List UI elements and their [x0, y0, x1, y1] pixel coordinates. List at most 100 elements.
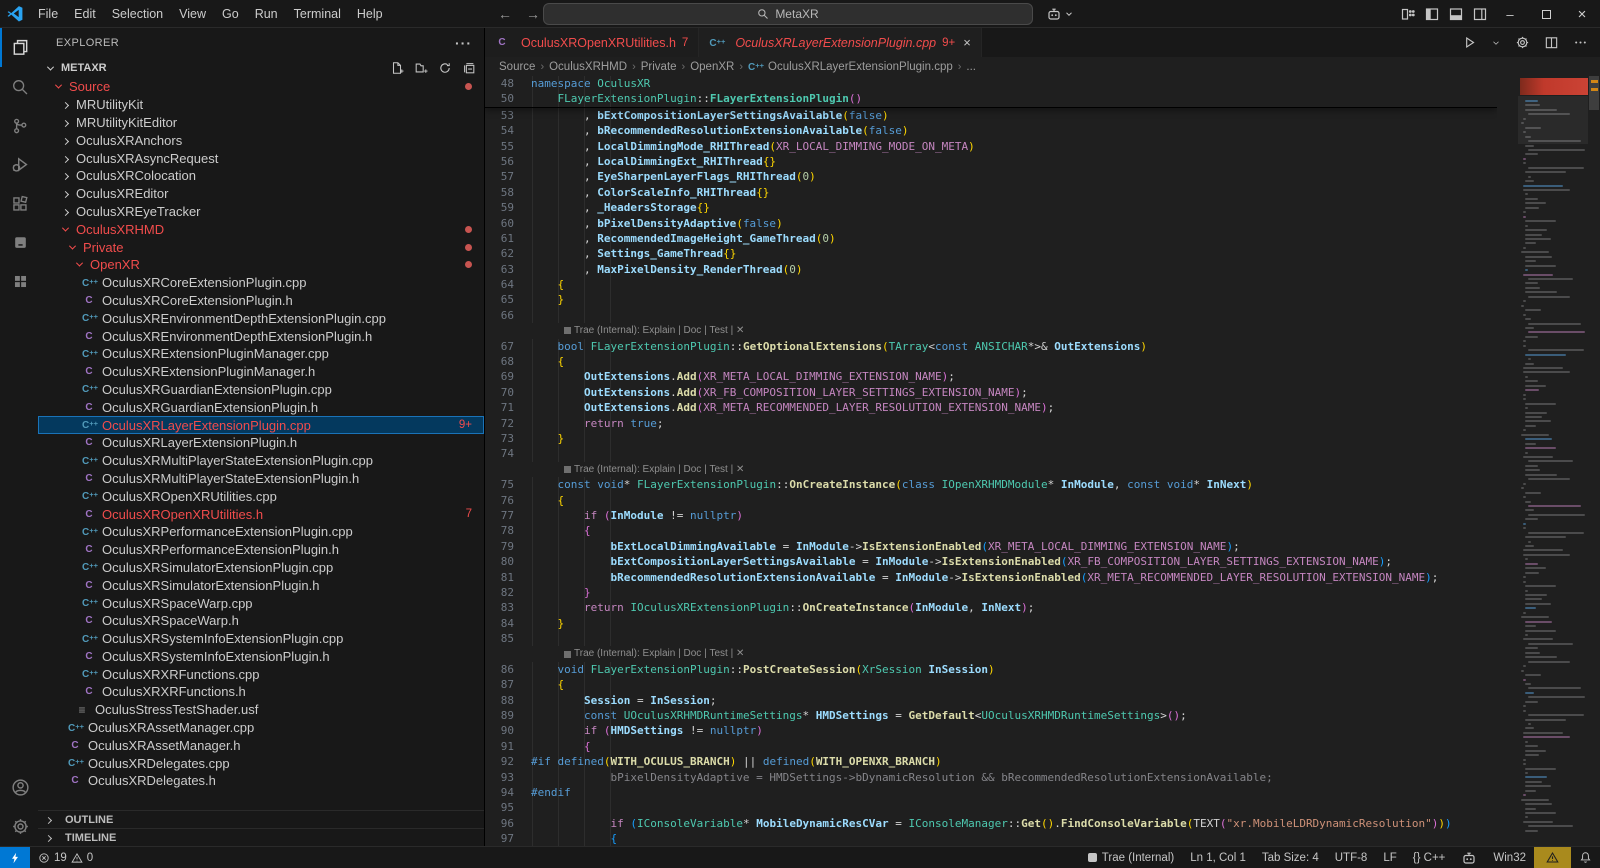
run-dropdown-icon[interactable] — [1491, 38, 1501, 48]
nav-back-icon[interactable]: ← — [498, 6, 512, 22]
breadcrumb-item[interactable]: OculusXRHMD — [549, 61, 627, 73]
tree-folder-mrutilitykit[interactable]: MRUtilityKit — [38, 96, 484, 114]
menu-file[interactable]: File — [30, 0, 66, 28]
tree-file-oculusxrmultiplayerstateextensionplugin.h[interactable]: COculusXRMultiPlayerStateExtensionPlugin… — [38, 470, 484, 488]
activity-extensions-icon[interactable] — [0, 184, 38, 223]
activity-run-debug-icon[interactable] — [0, 145, 38, 184]
more-actions-icon[interactable] — [1573, 35, 1588, 50]
tree-file-oculusxrsimulatorextensionplugin.cpp[interactable]: C++OculusXRSimulatorExtensionPlugin.cpp — [38, 559, 484, 577]
tree-folder-oculusxrhmd[interactable]: OculusXRHMD — [38, 220, 484, 238]
status-ln-1-col-1[interactable]: Ln 1, Col 1 — [1182, 847, 1254, 868]
menu-go[interactable]: Go — [214, 0, 247, 28]
status-warning-indicator[interactable] — [1534, 847, 1571, 868]
codelens-action-doc[interactable]: Doc — [684, 323, 702, 338]
tree-file-oculusxrsysteminfoextensionplugin.h[interactable]: COculusXRSystemInfoExtensionPlugin.h — [38, 648, 484, 666]
tree-folder-mrutilitykiteditor[interactable]: MRUtilityKitEditor — [38, 114, 484, 132]
toggle-secondary-sidebar-icon[interactable] — [1468, 0, 1492, 28]
status-lf[interactable]: LF — [1375, 847, 1404, 868]
status-trae-internal[interactable]: Trae (Internal) — [1080, 847, 1182, 868]
codelens-close-icon[interactable]: ✕ — [736, 462, 744, 477]
codelens-action-explain[interactable]: Explain — [643, 646, 676, 661]
tree-file-oculusxrxrfunctions.h[interactable]: COculusXRXRFunctions.h — [38, 683, 484, 701]
breadcrumb-item[interactable]: OpenXR — [690, 61, 734, 73]
tree-file-oculusxrguardianextensionplugin.h[interactable]: COculusXRGuardianExtensionPlugin.h — [38, 398, 484, 416]
menu-run[interactable]: Run — [247, 0, 286, 28]
tree-file-oculusxrspacewarp.h[interactable]: COculusXRSpaceWarp.h — [38, 612, 484, 630]
codelens-actions[interactable]: Trae (Internal): Explain | Doc | Test | … — [485, 646, 1497, 661]
codelens-actions[interactable]: Trae (Internal): Explain | Doc | Test | … — [485, 462, 1497, 477]
status-bell-icon[interactable] — [1571, 847, 1600, 868]
status-tab-size-4[interactable]: Tab Size: 4 — [1254, 847, 1327, 868]
toggle-sidebar-icon[interactable] — [1420, 0, 1444, 28]
codelens-action-test[interactable]: Test — [709, 462, 727, 477]
nav-forward-icon[interactable]: → — [526, 6, 540, 22]
activity-source-control-icon[interactable] — [0, 106, 38, 145]
codelens-action-test[interactable]: Test — [709, 323, 727, 338]
tab-oculusxrlayerextensionplugin.cpp[interactable]: C++OculusXRLayerExtensionPlugin.cpp9+× — [699, 28, 982, 57]
breadcrumb-file[interactable]: C++OculusXRLayerExtensionPlugin.cpp — [748, 61, 953, 73]
menu-terminal[interactable]: Terminal — [286, 0, 349, 28]
tree-file-oculusxrperformanceextensionplugin.cpp[interactable]: C++OculusXRPerformanceExtensionPlugin.cp… — [38, 523, 484, 541]
tree-folder-source[interactable]: Source — [38, 78, 484, 96]
tree-file-oculusxrsimulatorextensionplugin.h[interactable]: COculusXRSimulatorExtensionPlugin.h — [38, 576, 484, 594]
maximize-button[interactable] — [1528, 0, 1564, 28]
codelens-close-icon[interactable]: ✕ — [736, 323, 744, 338]
ai-assistant-button[interactable] — [1046, 0, 1074, 28]
new-folder-icon[interactable] — [414, 61, 428, 75]
tab-close-icon[interactable]: × — [963, 35, 971, 50]
tree-folder-oculusxrasyncrequest[interactable]: OculusXRAsyncRequest — [38, 149, 484, 167]
run-button[interactable] — [1462, 35, 1477, 50]
tree-file-oculusstresstestshader.usf[interactable]: ≡OculusStressTestShader.usf — [38, 701, 484, 719]
codelens-action-test[interactable]: Test — [709, 646, 727, 661]
tree-file-oculusxrassetmanager.h[interactable]: COculusXRAssetManager.h — [38, 736, 484, 754]
collapse-all-icon[interactable] — [462, 61, 476, 75]
codelens-action-explain[interactable]: Explain — [643, 462, 676, 477]
customize-layout-icon[interactable] — [1396, 0, 1420, 28]
minimize-button[interactable]: – — [1492, 0, 1528, 28]
vertical-scrollbar[interactable] — [1588, 76, 1600, 846]
menu-selection[interactable]: Selection — [104, 0, 171, 28]
menu-edit[interactable]: Edit — [66, 0, 104, 28]
toggle-panel-icon[interactable] — [1444, 0, 1468, 28]
activity-search-icon[interactable] — [0, 67, 38, 106]
tree-file-oculusxrsysteminfoextensionplugin.cpp[interactable]: C++OculusXRSystemInfoExtensionPlugin.cpp — [38, 630, 484, 648]
tree-folder-openxr[interactable]: OpenXR — [38, 256, 484, 274]
tree-file-oculusxrextensionpluginmanager.h[interactable]: COculusXRExtensionPluginManager.h — [38, 363, 484, 381]
activity-panel-minus-icon[interactable] — [0, 223, 38, 262]
split-editor-icon[interactable] — [1544, 35, 1559, 50]
close-button[interactable]: × — [1564, 0, 1600, 28]
tree-file-oculusxrmultiplayerstateextensionplugin.cpp[interactable]: C++OculusXRMultiPlayerStateExtensionPlug… — [38, 452, 484, 470]
status--c-[interactable]: {} C++ — [1405, 847, 1454, 868]
codelens-close-icon[interactable]: ✕ — [736, 646, 744, 661]
menu-help[interactable]: Help — [349, 0, 391, 28]
activity-files-icon[interactable] — [0, 28, 38, 67]
problems-indicator[interactable]: 19 0 — [30, 847, 101, 868]
explorer-more-actions[interactable]: ··· — [455, 35, 472, 51]
tree-file-oculusxrdelegates.cpp[interactable]: C++OculusXRDelegates.cpp — [38, 754, 484, 772]
tab-oculusxropenxrutilities.h[interactable]: COculusXROpenXRUtilities.h7 — [485, 28, 699, 57]
tree-file-oculusxrenvironmentdepthextensionplugin.h[interactable]: COculusXREnvironmentDepthExtensionPlugin… — [38, 327, 484, 345]
tree-folder-oculusxreditor[interactable]: OculusXREditor — [38, 185, 484, 203]
activity-panel-grid-icon[interactable] — [0, 262, 38, 301]
status-robot-icon[interactable] — [1453, 847, 1485, 868]
tree-file-oculusxrassetmanager.cpp[interactable]: C++OculusXRAssetManager.cpp — [38, 719, 484, 737]
tree-file-oculusxrspacewarp.cpp[interactable]: C++OculusXRSpaceWarp.cpp — [38, 594, 484, 612]
breadcrumb-more[interactable]: ... — [966, 61, 976, 73]
codelens-action-doc[interactable]: Doc — [684, 462, 702, 477]
timeline-section[interactable]: TIMELINE — [38, 828, 484, 846]
activity-account-icon[interactable] — [0, 768, 38, 807]
tree-folder-oculusxrcolocation[interactable]: OculusXRColocation — [38, 167, 484, 185]
tree-file-oculusxrcoreextensionplugin.cpp[interactable]: C++OculusXRCoreExtensionPlugin.cpp — [38, 274, 484, 292]
tree-file-oculusxrcoreextensionplugin.h[interactable]: COculusXRCoreExtensionPlugin.h — [38, 292, 484, 310]
codelens-actions[interactable]: Trae (Internal): Explain | Doc | Test | … — [485, 323, 1497, 338]
tree-file-oculusxrxrfunctions.cpp[interactable]: C++OculusXRXRFunctions.cpp — [38, 665, 484, 683]
status-utf-8[interactable]: UTF-8 — [1327, 847, 1376, 868]
tree-file-oculusxrperformanceextensionplugin.h[interactable]: COculusXRPerformanceExtensionPlugin.h — [38, 541, 484, 559]
command-center-search[interactable]: MetaXR — [543, 3, 1033, 25]
tree-folder-private[interactable]: Private — [38, 238, 484, 256]
tree-file-oculusxrextensionpluginmanager.cpp[interactable]: C++OculusXRExtensionPluginManager.cpp — [38, 345, 484, 363]
breadcrumb-item[interactable]: Private — [641, 61, 677, 73]
tree-file-oculusxrguardianextensionplugin.cpp[interactable]: C++OculusXRGuardianExtensionPlugin.cpp — [38, 381, 484, 399]
tree-folder-oculusxreyetracker[interactable]: OculusXREyeTracker — [38, 203, 484, 221]
tree-folder-oculusxranchors[interactable]: OculusXRAnchors — [38, 131, 484, 149]
